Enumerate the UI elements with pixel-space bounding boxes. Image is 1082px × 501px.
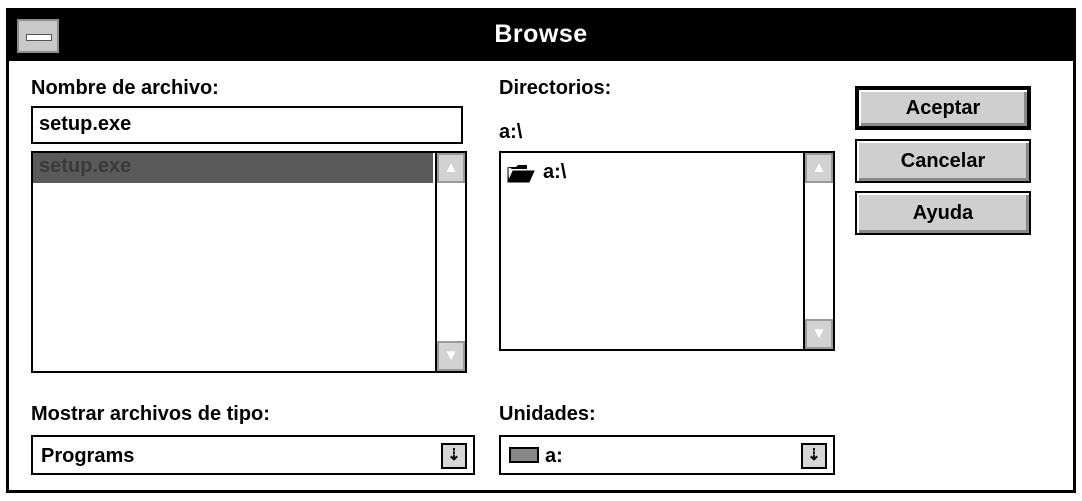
scroll-up-icon[interactable]: ▲ <box>437 153 465 183</box>
scroll-up-icon[interactable]: ▲ <box>805 153 833 183</box>
file-type-label: Mostrar archivos de tipo: <box>31 403 270 425</box>
directory-item-label: a:\ <box>543 161 567 183</box>
drive-value: a: <box>545 445 563 467</box>
title-bar[interactable]: Browse <box>9 11 1073 61</box>
drives-label: Unidades: <box>499 403 596 425</box>
open-folder-icon <box>507 163 535 183</box>
directories-label: Directorios: <box>499 77 612 99</box>
file-type-select[interactable]: Programs ⇣ <box>31 435 475 475</box>
floppy-drive-icon <box>509 446 539 463</box>
directory-list-scrollbar[interactable]: ▲ ▼ <box>803 153 833 349</box>
drive-value-wrap: a: <box>509 445 563 468</box>
file-list-scrollbar[interactable]: ▲ ▼ <box>435 153 465 371</box>
file-list[interactable]: setup.exe ▲ ▼ <box>31 151 467 373</box>
window-title: Browse <box>494 20 588 48</box>
browse-dialog: Browse Nombre de archivo: setup.exe setu… <box>6 8 1076 493</box>
drive-select[interactable]: a: ⇣ <box>499 435 835 475</box>
dropdown-arrow-icon[interactable]: ⇣ <box>801 443 827 469</box>
scroll-down-icon[interactable]: ▼ <box>805 319 833 349</box>
help-button[interactable]: Ayuda <box>855 191 1031 235</box>
cancel-button[interactable]: Cancelar <box>855 139 1031 183</box>
directory-item[interactable]: a:\ <box>507 161 566 184</box>
list-item[interactable]: setup.exe <box>33 153 433 183</box>
scroll-down-icon[interactable]: ▼ <box>437 341 465 371</box>
filename-label: Nombre de archivo: <box>31 77 219 99</box>
current-directory: a:\ <box>499 121 523 143</box>
directory-list[interactable]: a:\ ▲ ▼ <box>499 151 835 351</box>
file-type-value: Programs <box>41 445 135 467</box>
filename-input[interactable]: setup.exe <box>31 106 463 144</box>
dropdown-arrow-icon[interactable]: ⇣ <box>441 443 467 469</box>
accept-button[interactable]: Aceptar <box>855 86 1031 130</box>
